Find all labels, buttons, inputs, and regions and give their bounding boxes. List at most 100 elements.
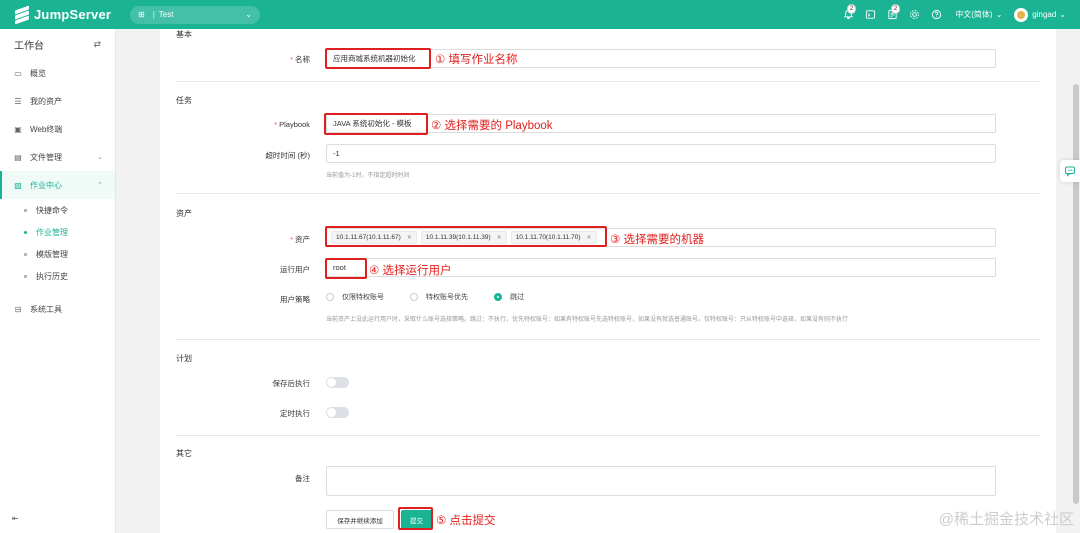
section-other: 其它 [176, 449, 192, 458]
sidebar-subitem-quick-command[interactable]: 快捷命令 [0, 199, 115, 221]
policy-option-privileged-only[interactable]: 仅限特权账号 [326, 292, 384, 302]
policy-option-privileged-first[interactable]: 特权账号优先 [410, 292, 468, 302]
radio-icon [410, 293, 418, 301]
radio-label: 特权账号优先 [426, 294, 468, 301]
sidebar-subitem-template-management[interactable]: 模版管理 [0, 243, 115, 265]
sidebar-item-my-assets[interactable]: ☰ 我的资产 [0, 87, 115, 115]
watermark: @稀土掘金技术社区 [938, 511, 1074, 528]
language-label: 中文(简体) [955, 10, 993, 19]
annotation-select-runas: ④ 选择运行用户 [369, 265, 452, 277]
radio-icon [326, 293, 334, 301]
name-label: * 名称 [290, 55, 310, 64]
chevron-down-icon: ⌄ [995, 10, 1003, 19]
job-center-icon: ▧ [14, 180, 22, 190]
chevron-down-icon: ⌄ [97, 154, 103, 161]
chevron-down-icon: ⌄ [245, 10, 252, 19]
asset-tag[interactable]: 10.1.11.39(10.1.11.39) ✕ [420, 231, 507, 244]
sidebar-item-label: 概览 [30, 68, 46, 78]
sidebar-subitem-job-management[interactable]: 作业管理 [0, 221, 115, 243]
timeout-label: 超时时间 (秒) [265, 151, 310, 160]
assets-icon: ☰ [14, 96, 22, 106]
annotation-select-assets: ③ 选择需要的机器 [610, 234, 705, 246]
chat-icon [1065, 166, 1075, 177]
sidebar-item-web-terminal[interactable]: ▣ Web终端 [0, 115, 115, 143]
sidebar-item-label: Web终端 [30, 124, 63, 134]
policy-option-skip[interactable]: 跳过 [494, 292, 524, 302]
divider [176, 435, 1040, 436]
brand-logo[interactable]: JumpServer [14, 4, 130, 25]
org-icon: ⊞ [138, 10, 145, 19]
tasks-button[interactable]: 2 [881, 3, 903, 26]
timeout-hint: 当前值为-1时，不指定超时时间 [326, 173, 410, 179]
playbook-select[interactable]: JAVA 系统初始化 - 模板 [326, 114, 996, 133]
comment-textarea[interactable] [326, 466, 996, 496]
timeout-input[interactable]: -1 [326, 144, 996, 163]
sidebar-item-file-manager[interactable]: ▤ 文件管理 ⌄ [0, 143, 115, 171]
policy-hint: 当前资产上没此运行用户时，采取什么账号选择策略。跳过：不执行。优先特权账号：如果… [326, 317, 849, 323]
brand-name: JumpServer [34, 7, 112, 22]
annotation-fill-name: ① 填写作业名称 [435, 54, 518, 66]
org-separator: | [152, 10, 155, 19]
policy-label: 用户策略 [280, 295, 310, 304]
annotation-click-submit: ⑤ 点击提交 [436, 515, 496, 527]
logo-icon [14, 4, 30, 25]
asset-tag[interactable]: 10.1.11.70(10.1.11.70) ✕ [510, 231, 597, 244]
web-terminal-button[interactable] [859, 4, 881, 26]
sidebar-item-overview[interactable]: ▭ 概览 [0, 59, 115, 87]
help-button[interactable] [925, 4, 947, 26]
user-name: gingad [1032, 10, 1057, 19]
help-icon [931, 9, 941, 20]
timed-run-toggle[interactable] [326, 407, 349, 418]
bullet-icon [24, 252, 27, 256]
section-assets: 资产 [176, 209, 192, 218]
sidebar-item-system-tools[interactable]: ⊟ 系统工具 [0, 295, 115, 323]
org-name: Test [158, 10, 174, 19]
notification-button[interactable]: 2 [837, 3, 859, 26]
comment-label: 备注 [295, 474, 310, 483]
save-and-continue-button[interactable]: 保存并继续添加 [326, 510, 394, 529]
submit-button[interactable]: 提交 [401, 510, 432, 529]
section-plan: 计划 [176, 354, 192, 363]
org-selector[interactable]: ⊞ | Test ⌄ [130, 5, 260, 24]
radio-checked-icon [494, 293, 502, 301]
scrollbar-thumb[interactable] [1073, 84, 1079, 504]
close-icon[interactable]: ✕ [407, 234, 412, 241]
close-icon[interactable]: ✕ [497, 234, 502, 241]
sidebar-subitem-execution-history[interactable]: 执行历史 [0, 265, 115, 287]
bullet-icon [24, 230, 27, 234]
sidebar-item-label: 系统工具 [30, 304, 62, 314]
user-menu[interactable]: gingad ⌄ [1014, 7, 1066, 22]
close-icon[interactable]: ✕ [587, 234, 592, 241]
chat-float-button[interactable] [1060, 160, 1080, 182]
swap-view-icon[interactable]: ⇄ [93, 39, 101, 50]
assets-label: * 资产 [290, 235, 310, 244]
job-form: 基本 * 名称 应用商城系统机器初始化 任务 * Playbook JAVA 系统初… [160, 29, 1056, 533]
collapse-sidebar-icon[interactable]: ⇤ [12, 514, 19, 523]
run-after-save-toggle[interactable] [326, 377, 349, 388]
radio-label: 跳过 [510, 294, 524, 301]
toolbox-icon: ⊟ [14, 304, 22, 314]
name-input[interactable]: 应用商城系统机器初始化 [326, 49, 996, 68]
language-selector[interactable]: 中文(简体) ⌄ [955, 9, 1002, 20]
sidebar-item-job-center[interactable]: ▧ 作业中心 ⌃ [0, 171, 115, 199]
gear-icon [909, 10, 919, 19]
name-input-value: 应用商城系统机器初始化 [333, 54, 416, 63]
asset-tag[interactable]: 10.1.11.67(10.1.11.67) ✕ [331, 231, 417, 244]
radio-label: 仅限特权账号 [342, 294, 384, 301]
assets-label-text: 资产 [295, 235, 310, 244]
sidebar-header: 工作台 ⇄ [0, 29, 115, 59]
file-icon: ▤ [14, 152, 22, 162]
bullet-icon [24, 208, 27, 212]
notification-badge: 2 [846, 3, 857, 14]
avatar [1014, 7, 1029, 22]
chevron-up-icon: ⌃ [97, 182, 103, 189]
section-task: 任务 [176, 96, 192, 105]
playbook-label-text: Playbook [279, 120, 310, 129]
playbook-label: * Playbook [274, 120, 310, 129]
terminal-icon [865, 10, 875, 19]
sidebar-item-label: 作业中心 [30, 180, 62, 190]
main-content: 基本 * 名称 应用商城系统机器初始化 任务 * Playbook JAVA 系统初… [116, 29, 1080, 533]
divider [176, 339, 1040, 340]
terminal-icon: ▣ [14, 124, 22, 134]
settings-button[interactable] [903, 4, 925, 26]
